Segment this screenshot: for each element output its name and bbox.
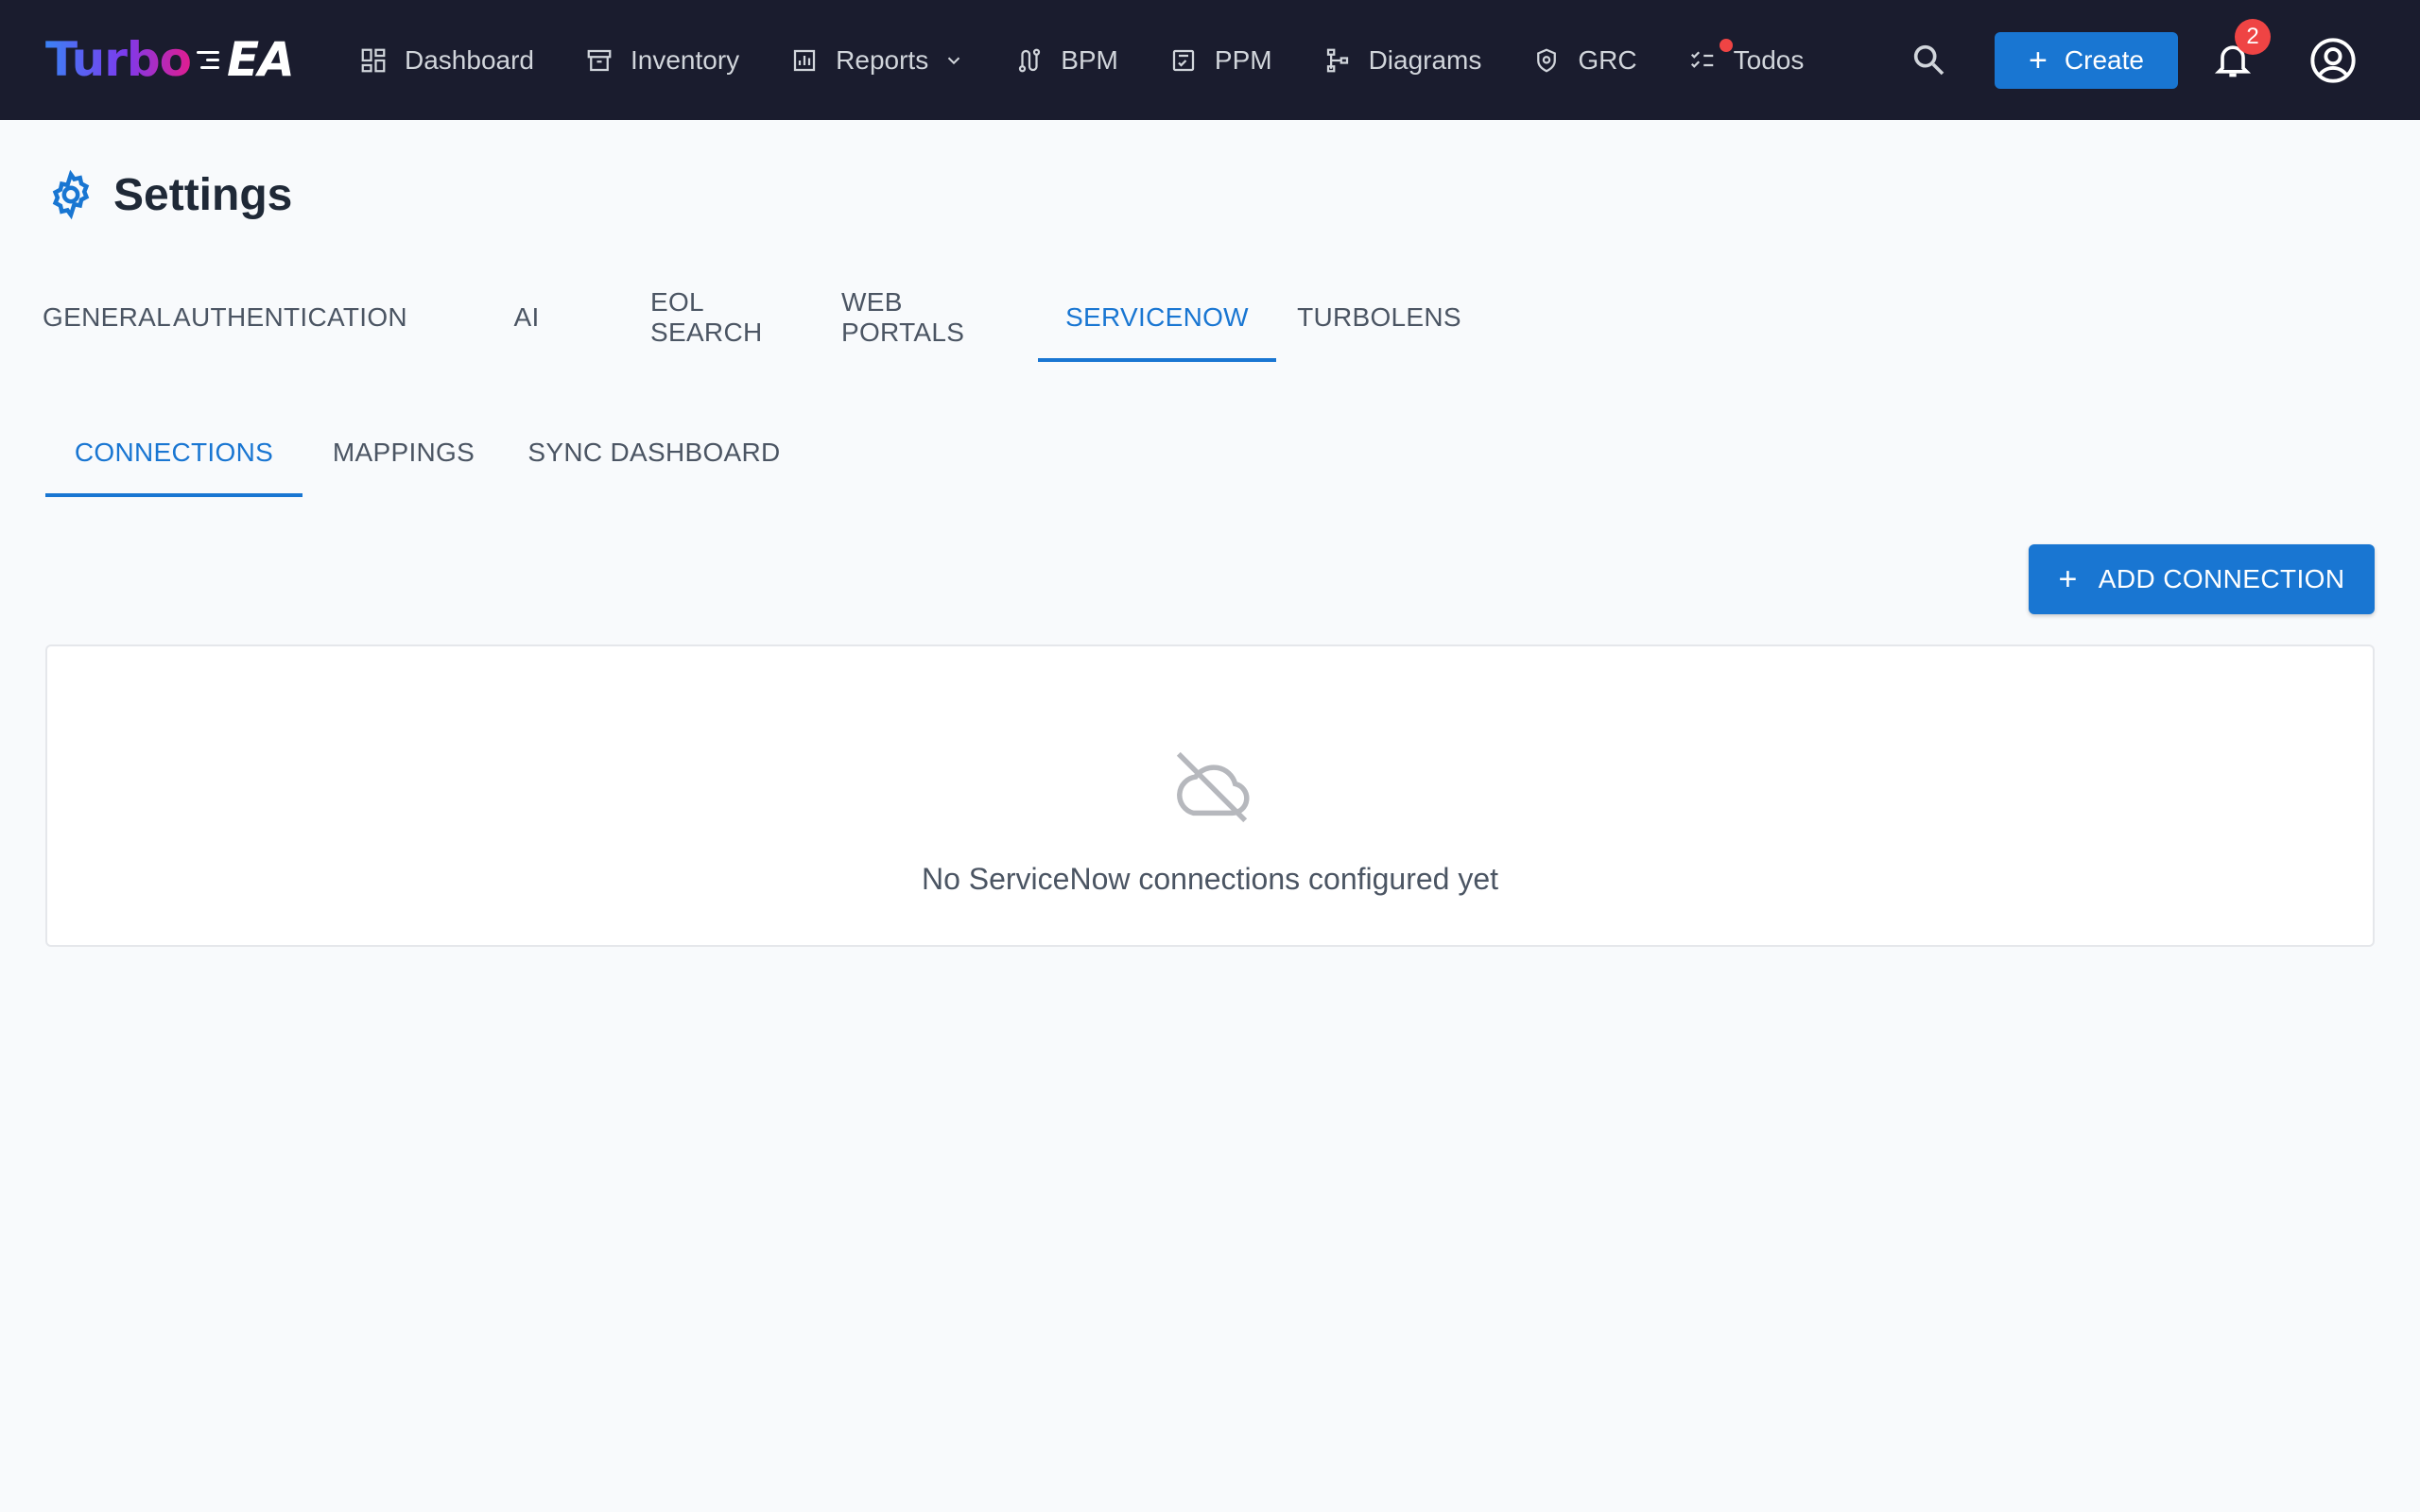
nav-label: Inventory: [630, 44, 740, 75]
subtab-connections[interactable]: CONNECTIONS: [45, 419, 302, 497]
nav-label: PPM: [1214, 44, 1272, 75]
plus-icon: +: [2058, 561, 2078, 597]
nav-item-bpm[interactable]: BPM: [1015, 30, 1145, 91]
todos-icon-wrap: [1688, 38, 1734, 75]
add-connection-label: ADD CONNECTION: [2098, 564, 2345, 593]
subtab-mappings[interactable]: MAPPINGS: [302, 419, 505, 487]
nav-item-inventory[interactable]: Inventory: [585, 30, 766, 91]
tree-icon: [1326, 48, 1348, 72]
add-connection-button[interactable]: + ADD CONNECTION: [2029, 544, 2375, 614]
nav-item-diagrams[interactable]: Diagrams: [1323, 30, 1509, 91]
plus-icon: +: [2029, 43, 2048, 78]
top-navigation-bar: Turbo EA Dashboard Inventory Reports BPM…: [0, 0, 2420, 120]
notification-badge: 2: [2235, 19, 2271, 55]
tab-ai[interactable]: AI: [408, 284, 645, 352]
nav-label: Todos: [1733, 44, 1805, 75]
gear-icon: [52, 169, 90, 220]
settings-tabs: GENERAL AUTHENTICATION AI EOL SEARCH WEB…: [43, 284, 1477, 363]
nav-label: GRC: [1578, 44, 1637, 75]
chart-icon: [794, 49, 816, 71]
nav-item-grc[interactable]: GRC: [1532, 30, 1663, 91]
logo-text-turbo: Turbo: [45, 32, 192, 87]
search-icon[interactable]: [1910, 41, 1947, 78]
dashboard-icon: [361, 48, 386, 72]
page-title-text: Settings: [113, 169, 293, 220]
tab-general[interactable]: GENERAL: [43, 284, 171, 352]
tab-web-portals[interactable]: WEB PORTALS: [841, 284, 1025, 352]
account-circle-icon[interactable]: [2308, 36, 2358, 85]
create-button[interactable]: + Create: [1995, 32, 2178, 89]
main-nav: Dashboard Inventory Reports BPM PPM Diag…: [359, 0, 1855, 120]
empty-state-message: No ServiceNow connections configured yet: [921, 862, 1499, 896]
chevron-down-icon: [947, 57, 960, 64]
nav-item-todos[interactable]: Todos: [1688, 30, 1831, 91]
nav-item-ppm[interactable]: PPM: [1169, 30, 1299, 91]
tab-servicenow[interactable]: SERVICENOW: [1038, 284, 1276, 362]
app-logo[interactable]: Turbo EA: [45, 28, 295, 91]
servicenow-subtabs: CONNECTIONS MAPPINGS SYNC DASHBOARD: [45, 419, 798, 498]
tab-eol-search[interactable]: EOL SEARCH: [650, 284, 811, 352]
archive-icon: [587, 49, 612, 71]
tab-turbolens[interactable]: TURBOLENS: [1282, 284, 1477, 352]
nav-label: BPM: [1061, 44, 1118, 75]
cloud-off-icon: [1176, 751, 1250, 823]
tab-authentication[interactable]: AUTHENTICATION: [172, 284, 408, 352]
nav-item-dashboard[interactable]: Dashboard: [359, 30, 561, 91]
route-icon: [1019, 48, 1041, 72]
page-title: Settings: [45, 166, 292, 223]
connections-empty-state: No ServiceNow connections configured yet: [45, 644, 2375, 947]
create-button-label: Create: [2064, 45, 2144, 75]
nav-label: Reports: [836, 44, 929, 75]
shield-icon: [1537, 48, 1557, 73]
nav-label: Diagrams: [1368, 44, 1482, 75]
task-icon: [1172, 49, 1195, 71]
logo-speed-lines: [197, 46, 223, 74]
nav-item-reports[interactable]: Reports: [790, 30, 991, 91]
nav-label: Dashboard: [405, 44, 534, 75]
logo-text-ea: EA: [227, 32, 295, 87]
todos-indicator-dot: [1719, 38, 1733, 52]
checklist-icon: [1690, 50, 1713, 68]
subtab-sync-dashboard[interactable]: SYNC DASHBOARD: [510, 419, 798, 487]
